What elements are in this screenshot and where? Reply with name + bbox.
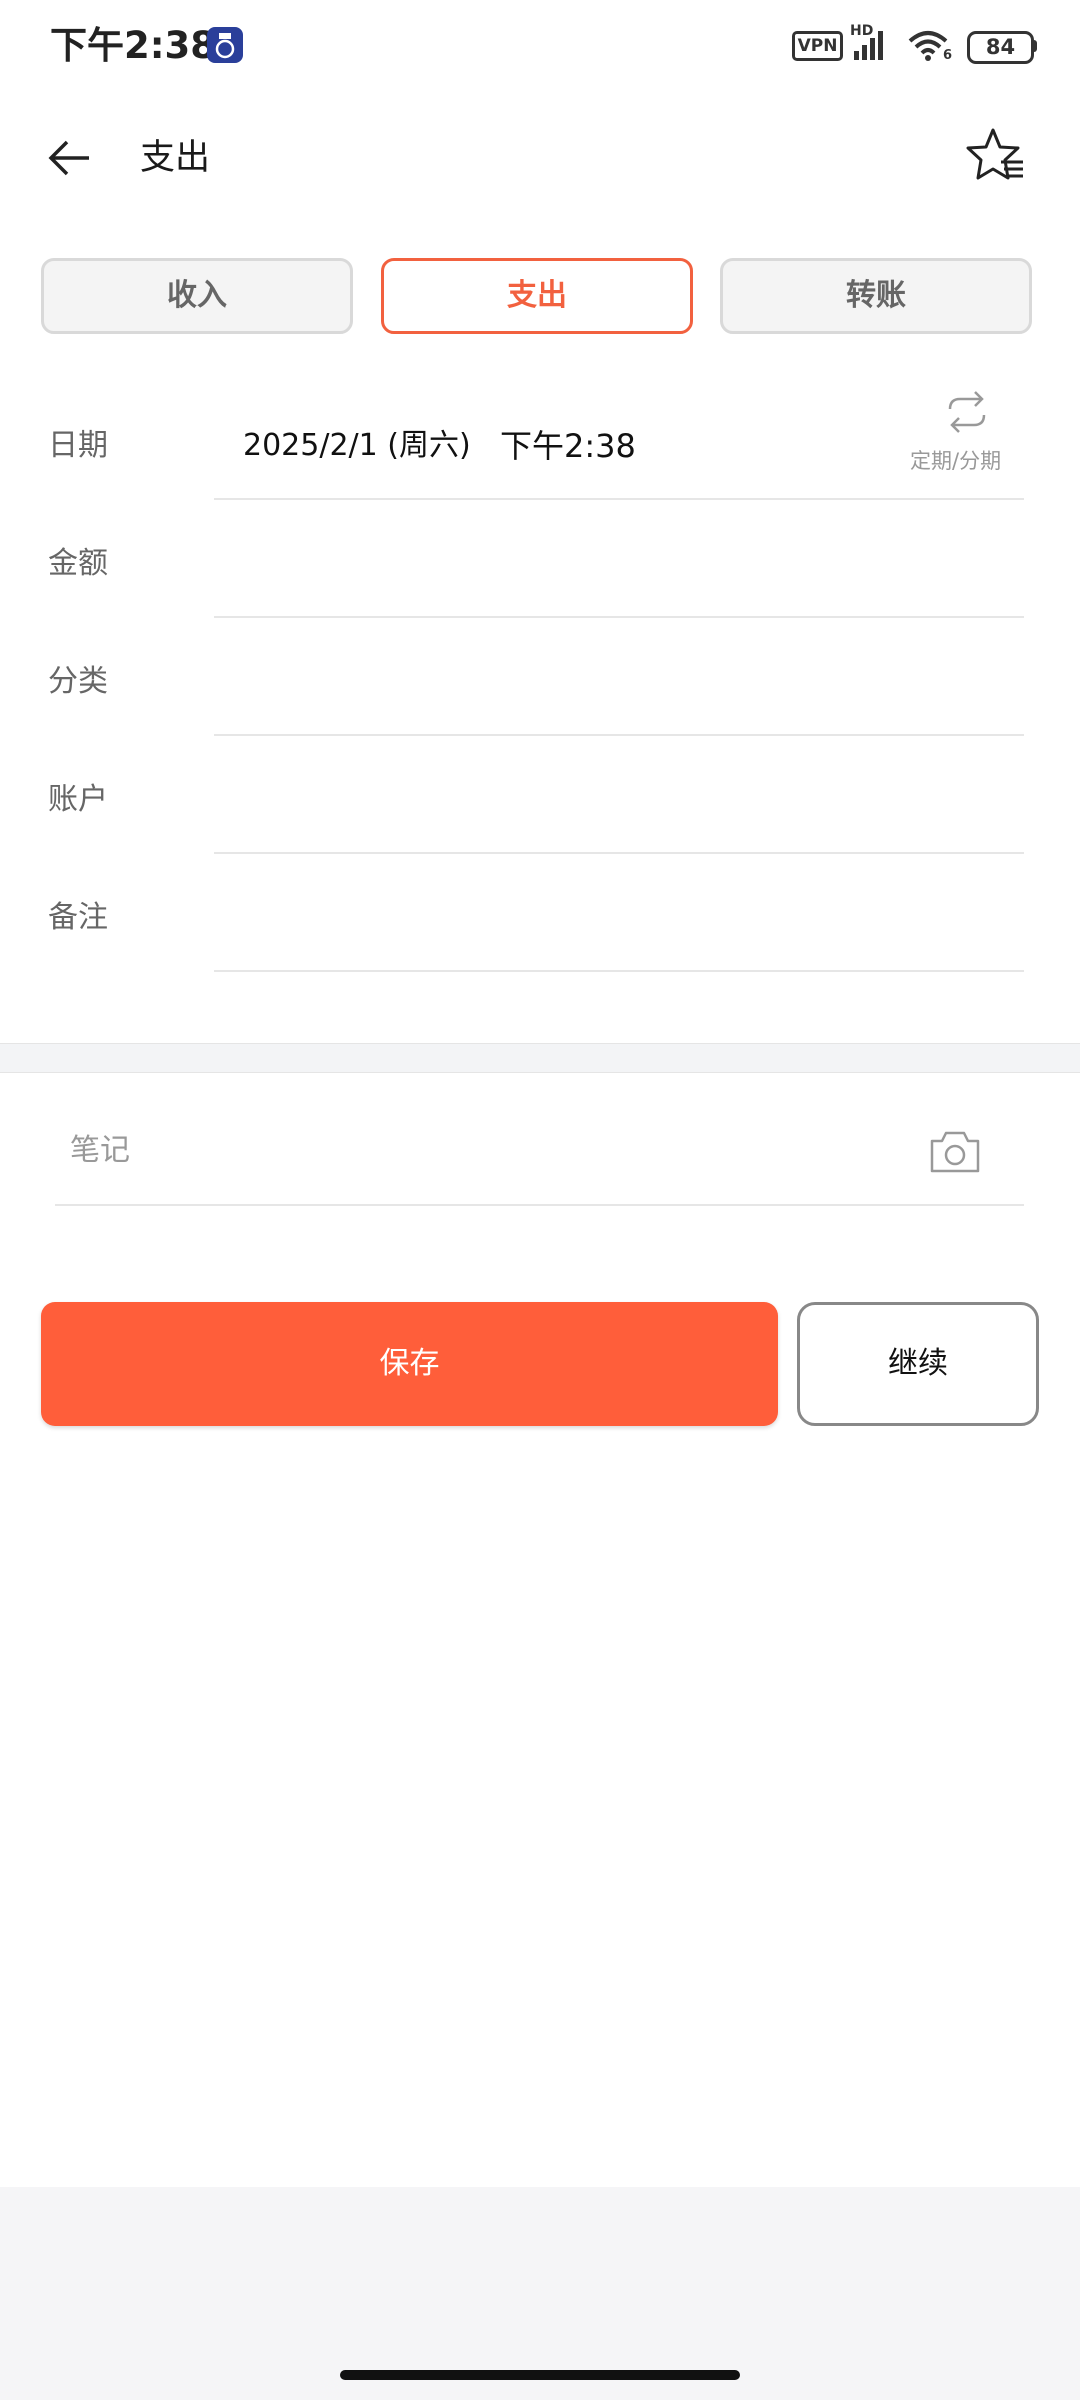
tab-income[interactable]: 收入 — [41, 258, 353, 334]
status-time: 下午2:38 — [50, 24, 217, 67]
wifi-badge: 6 — [943, 48, 953, 63]
vpn-badge: VPN — [792, 31, 843, 61]
divider — [214, 616, 1024, 618]
amount-label: 金额 — [48, 546, 108, 581]
bottom-panel — [0, 2187, 1080, 2400]
divider — [214, 852, 1024, 854]
save-button[interactable]: 保存 — [41, 1302, 778, 1426]
tab-expense[interactable]: 支出 — [381, 258, 693, 334]
divider — [55, 1204, 1024, 1206]
arrow-left-icon — [48, 140, 89, 176]
continue-button[interactable]: 继续 — [797, 1302, 1039, 1426]
amount-field[interactable] — [214, 520, 1024, 610]
battery-indicator: 84 — [967, 31, 1034, 64]
account-field[interactable] — [214, 756, 1024, 846]
signal-icon: HD — [850, 23, 890, 62]
category-field[interactable] — [214, 638, 1024, 728]
camera-button[interactable] — [928, 1127, 982, 1177]
divider — [214, 970, 1024, 972]
remark-label: 备注 — [48, 900, 108, 935]
divider — [214, 498, 1024, 500]
time-field[interactable]: 下午2:38 — [500, 425, 636, 467]
favorite-button[interactable] — [963, 124, 1027, 188]
repeat-icon — [948, 391, 986, 433]
tab-transfer[interactable]: 转账 — [720, 258, 1032, 334]
camera-icon — [930, 1131, 980, 1173]
battery-tip — [1033, 40, 1037, 52]
app-notification-icon — [207, 27, 243, 63]
star-list-icon — [966, 128, 1023, 180]
category-label: 分类 — [48, 664, 108, 699]
date-label: 日期 — [48, 428, 108, 463]
divider — [214, 734, 1024, 736]
home-indicator[interactable] — [340, 2370, 740, 2380]
note-input[interactable]: 笔记 — [70, 1131, 130, 1171]
page-title: 支出 — [140, 138, 211, 178]
back-button[interactable] — [40, 128, 100, 188]
account-label: 账户 — [48, 782, 108, 817]
recurring-label: 定期/分期 — [910, 449, 1002, 473]
wifi-icon: 6 — [906, 27, 956, 65]
remark-field[interactable] — [214, 874, 1024, 964]
date-field[interactable]: 2025/2/1 (周六) — [243, 426, 471, 466]
section-divider — [0, 1043, 1080, 1073]
